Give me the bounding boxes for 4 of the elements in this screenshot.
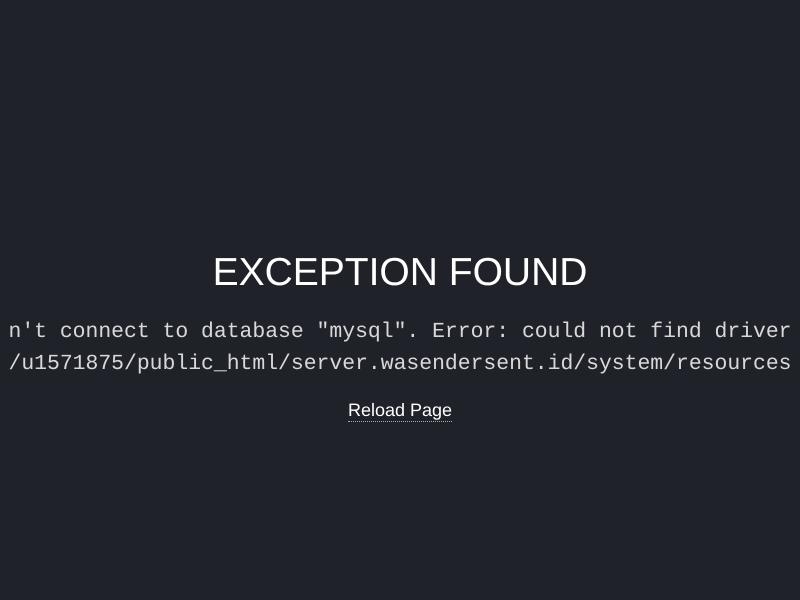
reload-link[interactable]: Reload Page bbox=[348, 400, 452, 422]
error-message-line: n't connect to database "mysql". Error: could not find driver bbox=[8, 319, 792, 346]
error-message-line: /u1571875/public_html/server.wasendersent.id/system/resources bbox=[8, 351, 792, 378]
error-title: EXCEPTION FOUND bbox=[212, 250, 588, 296]
